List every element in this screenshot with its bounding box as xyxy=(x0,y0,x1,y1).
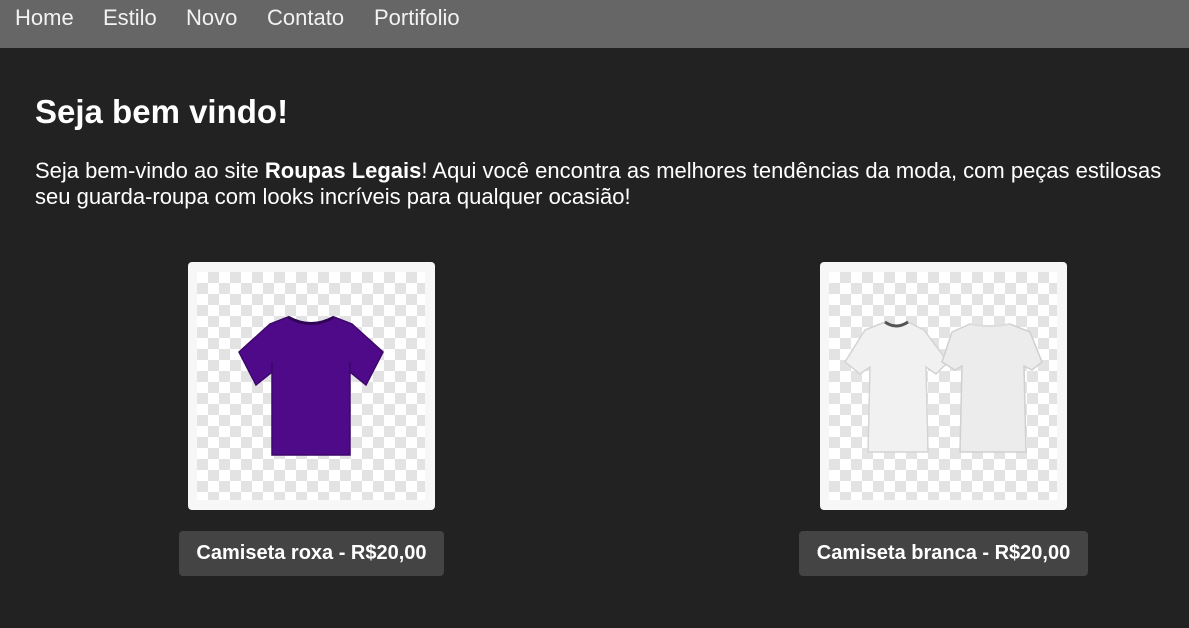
nav-item-novo[interactable]: Novo xyxy=(186,5,237,31)
nav-item-portifolio[interactable]: Portifolio xyxy=(374,5,460,31)
product-label-purple[interactable]: Camiseta roxa - R$20,00 xyxy=(179,531,444,576)
product-image-card-purple[interactable] xyxy=(188,262,435,510)
top-nav: Home Estilo Novo Contato Portifolio xyxy=(0,0,1189,48)
intro-line-2: seu guarda-roupa com looks incríveis par… xyxy=(35,184,631,209)
intro-line-1: Seja bem-vindo ao site Roupas Legais! Aq… xyxy=(35,158,1189,184)
purple-tshirt-image xyxy=(238,315,384,456)
brand-name: Roupas Legais xyxy=(264,158,422,183)
product-label-white[interactable]: Camiseta branca - R$20,00 xyxy=(799,531,1088,576)
product-image-card-white[interactable] xyxy=(820,262,1067,510)
intro-line1-rest: ! Aqui você encontra as melhores tendênc… xyxy=(421,158,1162,183)
page-title: Seja bem vindo! xyxy=(35,93,289,130)
nav-item-contato[interactable]: Contato xyxy=(267,5,344,31)
nav-item-home[interactable]: Home xyxy=(15,5,74,31)
intro-paragraph: Seja bem-vindo ao site Roupas Legais! Aq… xyxy=(35,158,1189,210)
intro-prefix: Seja bem-vindo ao site xyxy=(35,158,265,183)
nav-item-estilo[interactable]: Estilo xyxy=(103,5,157,31)
white-tshirt-front-back-image xyxy=(844,320,1043,453)
